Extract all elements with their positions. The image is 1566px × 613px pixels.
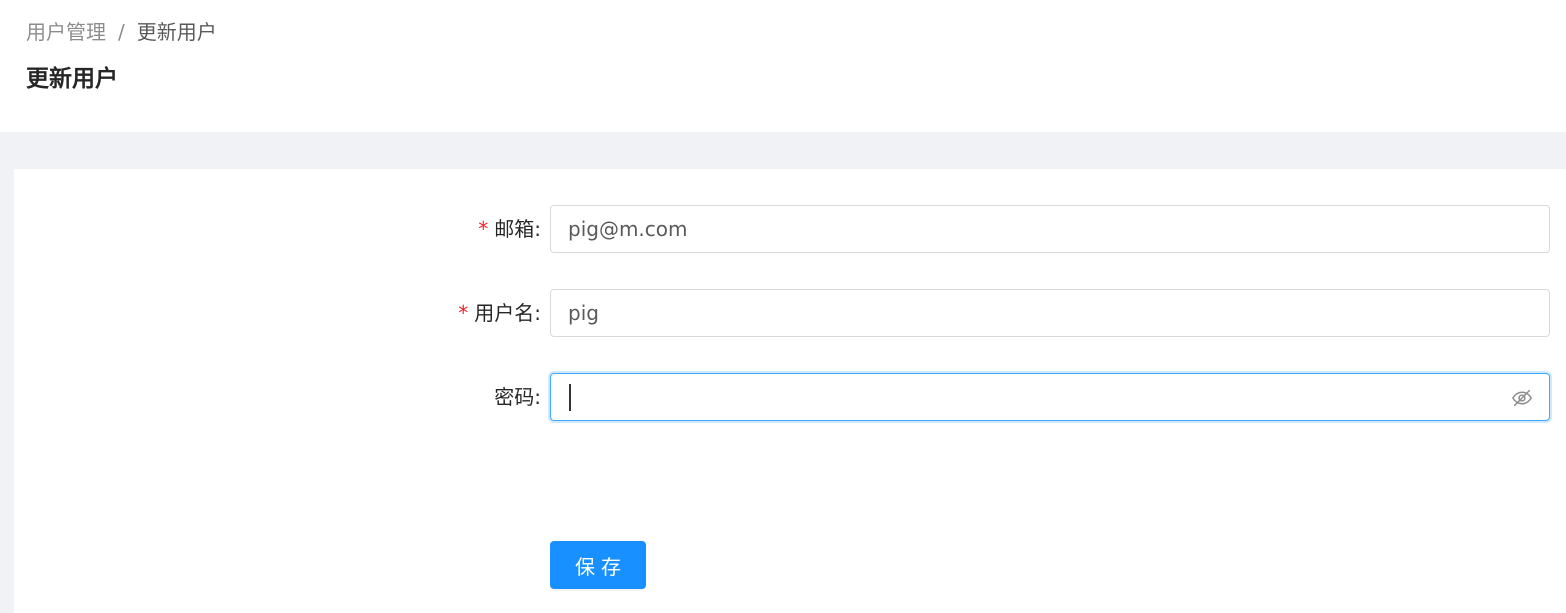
- username-input[interactable]: [550, 289, 1550, 337]
- label-colon: :: [534, 301, 541, 325]
- text-cursor: [569, 384, 571, 411]
- label-colon: :: [534, 385, 541, 409]
- email-form-row: * 邮箱:: [14, 205, 1566, 253]
- email-label: * 邮箱:: [477, 205, 541, 253]
- password-input[interactable]: [550, 373, 1550, 421]
- username-form-row: * 用户名:: [14, 289, 1566, 337]
- email-label-text: 邮箱: [494, 217, 535, 241]
- breadcrumb-user-management[interactable]: 用户管理: [26, 18, 106, 46]
- password-label-text: 密码: [494, 385, 535, 409]
- email-input[interactable]: [550, 205, 1550, 253]
- required-mark: *: [457, 301, 470, 325]
- breadcrumb-current: 更新用户: [136, 20, 217, 44]
- breadcrumb-separator: /: [118, 20, 125, 44]
- page-header: 用户管理 / 更新用户 更新用户: [0, 0, 1566, 132]
- required-mark: *: [477, 217, 490, 241]
- password-form-row: 密码:: [14, 373, 1566, 421]
- username-label-text: 用户名: [474, 301, 535, 325]
- eye-invisible-icon[interactable]: [1511, 387, 1533, 409]
- save-button[interactable]: 保存: [550, 541, 646, 589]
- page-title: 更新用户: [26, 66, 118, 92]
- breadcrumb: 用户管理 / 更新用户: [26, 18, 217, 46]
- username-label: * 用户名:: [457, 289, 541, 337]
- form-card: *邮箱: *用户名: 密码: 保存: [14, 169, 1566, 613]
- label-colon: :: [534, 217, 541, 241]
- password-label: 密码:: [494, 373, 541, 421]
